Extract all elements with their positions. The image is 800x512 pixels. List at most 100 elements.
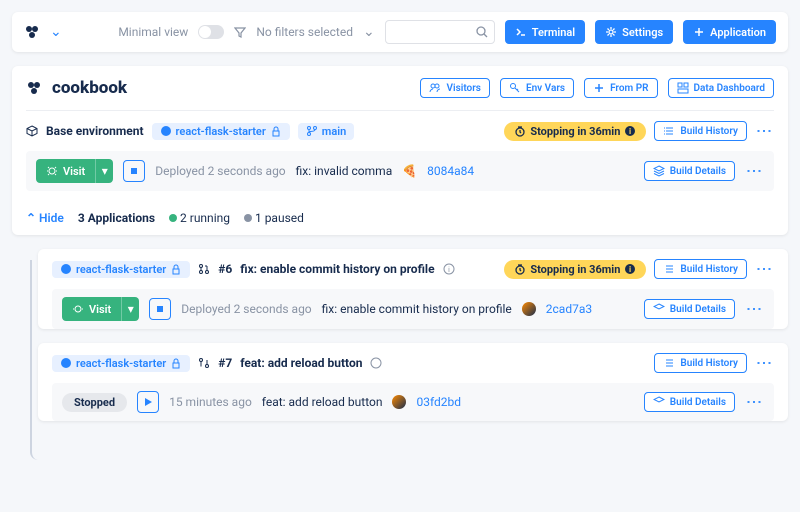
stopped-badge: Stopped [62, 393, 127, 412]
deployed-time: Deployed 2 seconds ago [181, 302, 311, 316]
commit-hash[interactable]: 8084a84 [427, 164, 474, 178]
pr-number: #7 [218, 356, 232, 370]
github-icon [60, 263, 72, 275]
cookbook-card: cookbook Visitors Env Vars From PR Data … [12, 66, 788, 235]
commit-hash[interactable]: 03fd2bd [416, 395, 461, 409]
visit-button-group: Visit ▾ [36, 159, 113, 183]
terminal-button[interactable]: Terminal [505, 20, 585, 44]
stopping-badge: Stopping in 36min i [504, 122, 646, 141]
running-count: 2 running [169, 211, 230, 225]
pr-number: #6 [218, 262, 232, 276]
dashboard-icon [677, 82, 689, 94]
info-icon[interactable]: i [624, 263, 636, 275]
logo-icon[interactable] [24, 24, 40, 40]
commit-message: feat: add reload button [262, 395, 383, 409]
base-env-row: Base environment react-flask-starter mai… [12, 111, 788, 151]
avatar [392, 395, 406, 409]
visit-dropdown[interactable]: ▾ [121, 297, 139, 321]
pizza-icon: 🍕 [402, 164, 417, 178]
dashboard-button[interactable]: Data Dashboard [668, 78, 775, 98]
repo-chip[interactable]: react-flask-starter [52, 261, 190, 278]
deployed-time: 15 minutes ago [169, 395, 252, 409]
stop-button[interactable] [149, 298, 171, 320]
minimal-view-label: Minimal view [118, 25, 188, 39]
pr6-card: react-flask-starter #6 fix: enable commi… [38, 249, 788, 329]
commit-hash[interactable]: 2cad7a3 [546, 302, 592, 316]
stop-button[interactable] [123, 160, 145, 182]
build-details-button[interactable]: Build Details [644, 299, 735, 319]
build-details-button[interactable]: Build Details [644, 161, 735, 181]
bug-icon [46, 165, 58, 177]
layers-icon [653, 165, 665, 177]
chevron-down-icon[interactable]: ⌄ [363, 24, 375, 40]
search-icon [476, 26, 488, 38]
kebab-menu[interactable]: ⋮ [745, 301, 764, 318]
repo-chip[interactable]: react-flask-starter [52, 355, 190, 372]
svg-text:i: i [629, 265, 631, 274]
search-input[interactable] [385, 20, 495, 44]
kebab-menu[interactable]: ⋮ [755, 123, 774, 140]
kebab-menu[interactable]: ⋮ [755, 261, 774, 278]
hide-toggle[interactable]: ⌃ Hide [26, 211, 64, 225]
play-icon [143, 397, 153, 407]
pr-icon [198, 263, 210, 275]
branch-chip[interactable]: main [298, 123, 354, 140]
commit-message: fix: invalid comma [296, 164, 393, 178]
plus-icon [693, 26, 705, 38]
chevron-down-icon[interactable]: ⌄ [50, 24, 62, 40]
kebab-menu[interactable]: ⋮ [745, 163, 764, 180]
info-icon[interactable] [370, 357, 382, 369]
lock-icon [170, 263, 182, 275]
app-count: 3 Applications [78, 211, 155, 225]
visit-dropdown[interactable]: ▾ [95, 159, 113, 183]
from-pr-button[interactable]: From PR [584, 78, 657, 98]
pr-title: feat: add reload button [240, 356, 362, 370]
repo-chip[interactable]: react-flask-starter [152, 123, 290, 140]
terminal-icon [515, 26, 527, 38]
key-icon [509, 82, 521, 94]
svg-text:i: i [448, 266, 450, 274]
tree-connector [30, 260, 50, 460]
avatar [522, 302, 536, 316]
kebab-menu[interactable]: ⋮ [755, 355, 774, 372]
filter-label[interactable]: No filters selected [256, 25, 353, 39]
filter-icon[interactable] [234, 26, 246, 38]
pr6-deploy-row: Visit▾ Deployed 2 seconds ago fix: enabl… [52, 289, 774, 329]
build-details-button[interactable]: Build Details [644, 392, 735, 412]
topbar: ⌄ Minimal view No filters selected ⌄ Ter… [12, 12, 788, 52]
pr7-card: react-flask-starter #7 feat: add reload … [38, 343, 788, 421]
deployed-time: Deployed 2 seconds ago [155, 164, 285, 178]
minimal-view-toggle[interactable] [198, 25, 224, 39]
base-deploy-row: Visit ▾ Deployed 2 seconds ago fix: inva… [26, 151, 774, 191]
pr-icon [198, 357, 210, 369]
visitors-button[interactable]: Visitors [420, 78, 489, 98]
lock-icon [270, 125, 282, 137]
stop-icon [155, 304, 165, 314]
visit-button[interactable]: Visit [62, 297, 121, 321]
visit-button[interactable]: Visit [36, 159, 95, 183]
pr-title: fix: enable commit history on profile [240, 262, 434, 276]
layers-icon [653, 303, 665, 315]
build-history-button[interactable]: Build History [654, 353, 747, 373]
lock-icon [170, 357, 182, 369]
application-button[interactable]: Application [683, 20, 776, 44]
timer-icon [514, 263, 526, 275]
list-icon [663, 125, 675, 137]
settings-button[interactable]: Settings [595, 20, 673, 44]
svg-text:i: i [629, 127, 631, 136]
info-icon[interactable]: i [624, 125, 636, 137]
github-icon [60, 357, 72, 369]
build-history-button[interactable]: Build History [654, 121, 747, 141]
cube-icon [26, 125, 38, 137]
play-button[interactable] [137, 391, 159, 413]
gear-icon [605, 26, 617, 38]
summary-row: ⌃ Hide 3 Applications 2 running 1 paused [12, 201, 788, 235]
visitors-icon [429, 82, 441, 94]
timer-icon [514, 125, 526, 137]
branch-icon [306, 125, 318, 137]
env-vars-button[interactable]: Env Vars [500, 78, 574, 98]
pr7-deploy-row: Stopped 15 minutes ago feat: add reload … [52, 383, 774, 421]
info-icon[interactable]: i [443, 263, 455, 275]
build-history-button[interactable]: Build History [654, 259, 747, 279]
kebab-menu[interactable]: ⋮ [745, 394, 764, 411]
